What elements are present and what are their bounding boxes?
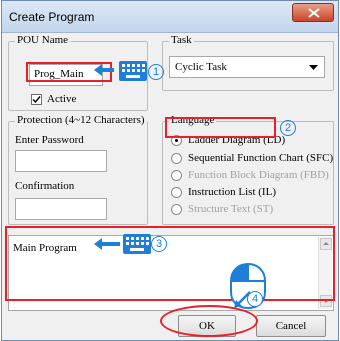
radio-il-label: Instruction List (IL) <box>188 186 276 198</box>
radio-sfc-label: Sequential Function Chart (SFC) <box>188 152 334 164</box>
checkmark-icon <box>32 96 41 104</box>
title-bar: Create Program <box>2 1 338 33</box>
radio-il-button[interactable] <box>171 187 182 198</box>
task-dropdown[interactable]: Cyclic Task <box>169 56 325 78</box>
active-label: Active <box>47 93 77 105</box>
password-label: Enter Password <box>15 134 84 146</box>
radio-st-label: Structure Text (ST) <box>188 203 274 215</box>
cancel-button[interactable]: Cancel <box>256 315 326 337</box>
language-highlight <box>165 117 276 138</box>
close-icon <box>308 8 320 18</box>
protection-group-label: Protection (4~12 Characters) <box>15 114 147 126</box>
step-3-marker: 3 <box>151 236 167 252</box>
task-group-label: Task <box>169 34 194 46</box>
arrow-left-icon <box>94 64 114 76</box>
arrow-left-icon <box>94 238 120 250</box>
close-button[interactable] <box>292 3 334 22</box>
radio-fbd-button <box>171 170 182 181</box>
window-title: Create Program <box>9 10 95 24</box>
active-checkbox[interactable] <box>31 94 42 105</box>
keyboard-icon <box>123 234 151 254</box>
keyboard-icon <box>119 61 147 81</box>
radio-fbd-label: Function Block Diagram (FBD) <box>188 169 329 181</box>
description-highlight <box>5 226 335 301</box>
chevron-down-icon <box>309 65 318 70</box>
confirmation-label: Confirmation <box>15 180 75 192</box>
task-dropdown-value: Cyclic Task <box>175 61 227 73</box>
password-input[interactable] <box>15 150 107 172</box>
confirmation-input[interactable] <box>15 198 107 220</box>
radio-st-button <box>171 204 182 215</box>
task-group: Task Cyclic Task <box>162 34 334 91</box>
step-4-marker: 4 <box>247 291 263 307</box>
step-2-marker: 2 <box>280 120 296 136</box>
protection-group: Protection (4~12 Characters) Enter Passw… <box>8 114 148 225</box>
radio-sfc-button[interactable] <box>171 153 182 164</box>
step-1-marker: 1 <box>148 64 164 80</box>
pou-group-label: POU Name <box>15 34 71 46</box>
